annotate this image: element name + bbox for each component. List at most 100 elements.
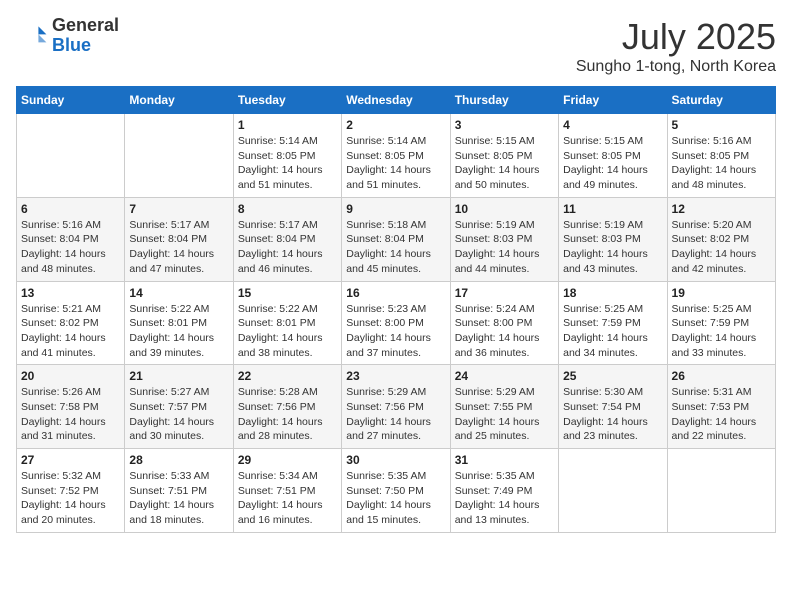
calendar-cell: 12 Sunrise: 5:20 AM Sunset: 8:02 PM Dayli… bbox=[667, 197, 775, 281]
day-info: Sunrise: 5:14 AM Sunset: 8:05 PM Dayligh… bbox=[346, 134, 445, 193]
calendar-cell: 17 Sunrise: 5:24 AM Sunset: 8:00 PM Dayli… bbox=[450, 281, 558, 365]
title-block: July 2025 Sungho 1-tong, North Korea bbox=[576, 16, 776, 76]
day-info: Sunrise: 5:33 AM Sunset: 7:51 PM Dayligh… bbox=[129, 469, 228, 528]
calendar-cell: 7 Sunrise: 5:17 AM Sunset: 8:04 PM Daylig… bbox=[125, 197, 233, 281]
calendar-cell: 1 Sunrise: 5:14 AM Sunset: 8:05 PM Daylig… bbox=[233, 114, 341, 198]
calendar-cell: 21 Sunrise: 5:27 AM Sunset: 7:57 PM Dayli… bbox=[125, 365, 233, 449]
day-info: Sunrise: 5:17 AM Sunset: 8:04 PM Dayligh… bbox=[238, 218, 337, 277]
weekday-header-wednesday: Wednesday bbox=[342, 87, 450, 114]
day-info: Sunrise: 5:35 AM Sunset: 7:49 PM Dayligh… bbox=[455, 469, 554, 528]
day-info: Sunrise: 5:27 AM Sunset: 7:57 PM Dayligh… bbox=[129, 385, 228, 444]
calendar-week-row: 1 Sunrise: 5:14 AM Sunset: 8:05 PM Daylig… bbox=[17, 114, 776, 198]
weekday-header-sunday: Sunday bbox=[17, 87, 125, 114]
day-number: 21 bbox=[129, 369, 228, 383]
calendar-week-row: 13 Sunrise: 5:21 AM Sunset: 8:02 PM Dayli… bbox=[17, 281, 776, 365]
day-number: 3 bbox=[455, 118, 554, 132]
day-number: 28 bbox=[129, 453, 228, 467]
day-number: 7 bbox=[129, 202, 228, 216]
weekday-header-saturday: Saturday bbox=[667, 87, 775, 114]
day-info: Sunrise: 5:19 AM Sunset: 8:03 PM Dayligh… bbox=[455, 218, 554, 277]
day-info: Sunrise: 5:25 AM Sunset: 7:59 PM Dayligh… bbox=[672, 302, 771, 361]
calendar-cell: 19 Sunrise: 5:25 AM Sunset: 7:59 PM Dayli… bbox=[667, 281, 775, 365]
day-info: Sunrise: 5:22 AM Sunset: 8:01 PM Dayligh… bbox=[129, 302, 228, 361]
calendar-cell: 9 Sunrise: 5:18 AM Sunset: 8:04 PM Daylig… bbox=[342, 197, 450, 281]
calendar-cell: 30 Sunrise: 5:35 AM Sunset: 7:50 PM Dayli… bbox=[342, 449, 450, 533]
day-number: 12 bbox=[672, 202, 771, 216]
calendar-week-row: 6 Sunrise: 5:16 AM Sunset: 8:04 PM Daylig… bbox=[17, 197, 776, 281]
day-number: 30 bbox=[346, 453, 445, 467]
day-info: Sunrise: 5:16 AM Sunset: 8:05 PM Dayligh… bbox=[672, 134, 771, 193]
month-title: July 2025 bbox=[576, 16, 776, 58]
day-number: 13 bbox=[21, 286, 120, 300]
calendar-cell: 22Sunrise: 5:28 AM Sunset: 7:56 PM Dayli… bbox=[233, 365, 341, 449]
day-info: Sunrise: 5:22 AM Sunset: 8:01 PM Dayligh… bbox=[238, 302, 337, 361]
day-info: Sunrise: 5:18 AM Sunset: 8:04 PM Dayligh… bbox=[346, 218, 445, 277]
calendar-cell bbox=[125, 114, 233, 198]
day-number: 6 bbox=[21, 202, 120, 216]
calendar-cell: 28 Sunrise: 5:33 AM Sunset: 7:51 PM Dayli… bbox=[125, 449, 233, 533]
day-info: Sunrise: 5:14 AM Sunset: 8:05 PM Dayligh… bbox=[238, 134, 337, 193]
day-number: 24 bbox=[455, 369, 554, 383]
day-info: Sunrise: 5:15 AM Sunset: 8:05 PM Dayligh… bbox=[455, 134, 554, 193]
logo-text: General Blue bbox=[52, 16, 119, 56]
day-info: Sunrise: 5:34 AM Sunset: 7:51 PM Dayligh… bbox=[238, 469, 337, 528]
day-info: Sunrise: 5:35 AM Sunset: 7:50 PM Dayligh… bbox=[346, 469, 445, 528]
day-info: Sunrise: 5:31 AM Sunset: 7:53 PM Dayligh… bbox=[672, 385, 771, 444]
calendar-cell: 2Sunrise: 5:14 AM Sunset: 8:05 PM Daylig… bbox=[342, 114, 450, 198]
calendar-week-row: 27Sunrise: 5:32 AM Sunset: 7:52 PM Dayli… bbox=[17, 449, 776, 533]
weekday-header-tuesday: Tuesday bbox=[233, 87, 341, 114]
day-number: 19 bbox=[672, 286, 771, 300]
calendar-cell: 11Sunrise: 5:19 AM Sunset: 8:03 PM Dayli… bbox=[559, 197, 667, 281]
day-info: Sunrise: 5:26 AM Sunset: 7:58 PM Dayligh… bbox=[21, 385, 120, 444]
calendar-cell: 16Sunrise: 5:23 AM Sunset: 8:00 PM Dayli… bbox=[342, 281, 450, 365]
day-info: Sunrise: 5:16 AM Sunset: 8:04 PM Dayligh… bbox=[21, 218, 120, 277]
calendar-cell: 23Sunrise: 5:29 AM Sunset: 7:56 PM Dayli… bbox=[342, 365, 450, 449]
day-info: Sunrise: 5:29 AM Sunset: 7:55 PM Dayligh… bbox=[455, 385, 554, 444]
day-number: 11 bbox=[563, 202, 662, 216]
day-info: Sunrise: 5:24 AM Sunset: 8:00 PM Dayligh… bbox=[455, 302, 554, 361]
day-info: Sunrise: 5:15 AM Sunset: 8:05 PM Dayligh… bbox=[563, 134, 662, 193]
day-number: 9 bbox=[346, 202, 445, 216]
weekday-header-thursday: Thursday bbox=[450, 87, 558, 114]
calendar-cell bbox=[667, 449, 775, 533]
day-number: 25 bbox=[563, 369, 662, 383]
calendar-cell: 14 Sunrise: 5:22 AM Sunset: 8:01 PM Dayli… bbox=[125, 281, 233, 365]
day-info: Sunrise: 5:25 AM Sunset: 7:59 PM Dayligh… bbox=[563, 302, 662, 361]
day-info: Sunrise: 5:20 AM Sunset: 8:02 PM Dayligh… bbox=[672, 218, 771, 277]
day-info: Sunrise: 5:17 AM Sunset: 8:04 PM Dayligh… bbox=[129, 218, 228, 277]
day-number: 17 bbox=[455, 286, 554, 300]
day-number: 27 bbox=[21, 453, 120, 467]
day-number: 18 bbox=[563, 286, 662, 300]
calendar-cell bbox=[559, 449, 667, 533]
weekday-header-friday: Friday bbox=[559, 87, 667, 114]
logo-icon bbox=[16, 20, 48, 52]
day-info: Sunrise: 5:28 AM Sunset: 7:56 PM Dayligh… bbox=[238, 385, 337, 444]
day-number: 23 bbox=[346, 369, 445, 383]
calendar-cell: 8Sunrise: 5:17 AM Sunset: 8:04 PM Daylig… bbox=[233, 197, 341, 281]
day-number: 1 bbox=[238, 118, 337, 132]
day-number: 15 bbox=[238, 286, 337, 300]
calendar-cell: 26Sunrise: 5:31 AM Sunset: 7:53 PM Dayli… bbox=[667, 365, 775, 449]
calendar-cell: 25 Sunrise: 5:30 AM Sunset: 7:54 PM Dayli… bbox=[559, 365, 667, 449]
weekday-header-row: SundayMondayTuesdayWednesdayThursdayFrid… bbox=[17, 87, 776, 114]
day-number: 5 bbox=[672, 118, 771, 132]
day-info: Sunrise: 5:23 AM Sunset: 8:00 PM Dayligh… bbox=[346, 302, 445, 361]
day-info: Sunrise: 5:30 AM Sunset: 7:54 PM Dayligh… bbox=[563, 385, 662, 444]
calendar-cell: 31Sunrise: 5:35 AM Sunset: 7:49 PM Dayli… bbox=[450, 449, 558, 533]
location-subtitle: Sungho 1-tong, North Korea bbox=[576, 58, 776, 76]
calendar-cell: 24 Sunrise: 5:29 AM Sunset: 7:55 PM Dayli… bbox=[450, 365, 558, 449]
calendar-cell: 27Sunrise: 5:32 AM Sunset: 7:52 PM Dayli… bbox=[17, 449, 125, 533]
day-number: 14 bbox=[129, 286, 228, 300]
calendar-cell bbox=[17, 114, 125, 198]
calendar-cell: 18 Sunrise: 5:25 AM Sunset: 7:59 PM Dayli… bbox=[559, 281, 667, 365]
day-info: Sunrise: 5:21 AM Sunset: 8:02 PM Dayligh… bbox=[21, 302, 120, 361]
calendar-cell: 15 Sunrise: 5:22 AM Sunset: 8:01 PM Dayli… bbox=[233, 281, 341, 365]
calendar-cell: 3 Sunrise: 5:15 AM Sunset: 8:05 PM Daylig… bbox=[450, 114, 558, 198]
weekday-header-monday: Monday bbox=[125, 87, 233, 114]
page-header: General Blue July 2025 Sungho 1-tong, No… bbox=[16, 16, 776, 76]
calendar-cell: 5 Sunrise: 5:16 AM Sunset: 8:05 PM Daylig… bbox=[667, 114, 775, 198]
calendar-table: SundayMondayTuesdayWednesdayThursdayFrid… bbox=[16, 86, 776, 533]
calendar-cell: 20Sunrise: 5:26 AM Sunset: 7:58 PM Dayli… bbox=[17, 365, 125, 449]
calendar-cell: 10Sunrise: 5:19 AM Sunset: 8:03 PM Dayli… bbox=[450, 197, 558, 281]
day-number: 4 bbox=[563, 118, 662, 132]
